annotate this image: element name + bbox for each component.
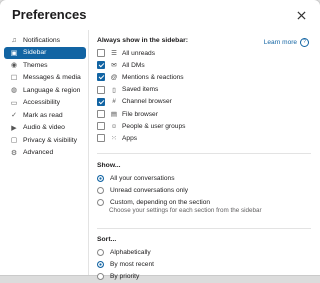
at-icon: @	[110, 73, 118, 81]
radio-button[interactable]	[97, 174, 104, 182]
unreads-icon: ☰	[111, 50, 117, 58]
checkbox[interactable]	[97, 110, 105, 119]
checkbox[interactable]	[97, 134, 105, 143]
nav-item-themes[interactable]: ◉ Themes	[4, 59, 86, 72]
option-label: Saved items	[122, 86, 159, 94]
learn-more-link[interactable]: Learn more ?	[264, 38, 309, 47]
help-icon: ?	[300, 38, 309, 47]
option-label: People & user groups	[122, 122, 186, 130]
sort-option-row: Alphabetically	[97, 246, 311, 258]
nav-item-messages-media[interactable]: ☐ Messages & media	[4, 72, 86, 85]
sidebar-option-row: ☺ People & user groups	[97, 120, 311, 132]
sidebar-option-row: ▯ Saved items	[97, 84, 311, 96]
nav-item-label: Themes	[23, 61, 48, 69]
radio-button[interactable]	[97, 260, 104, 268]
nav-item-label: Notifications	[23, 36, 61, 44]
custom-note: Choose your settings for each section fr…	[109, 206, 262, 214]
close-icon	[296, 10, 306, 20]
radio-button[interactable]	[97, 198, 104, 206]
show-title: Show...	[97, 162, 121, 169]
nav-item-sidebar[interactable]: ▣ Sidebar	[4, 46, 86, 59]
nav-item-privacy-visibility[interactable]: ▢ Privacy & visibility	[4, 134, 86, 147]
option-label: Custom, depending on the section	[110, 198, 211, 206]
checkbox[interactable]	[97, 85, 105, 94]
option-label: Mentions & reactions	[122, 73, 184, 81]
sidebar-icon: ▣	[10, 49, 18, 57]
nav-item-notifications[interactable]: ♫ Notifications	[4, 34, 86, 47]
divider	[97, 228, 311, 229]
sort-title: Sort...	[97, 236, 117, 243]
nav-item-label: Mark as read	[23, 111, 63, 119]
globe-icon: ◍	[10, 87, 18, 95]
sidebar-settings: Always show in the sidebar: Learn more ?…	[97, 37, 311, 145]
show-section: Show... All your conversations Unread con…	[97, 162, 311, 214]
option-label: Unread conversations only	[110, 186, 189, 194]
nav-item-advanced[interactable]: ⚙ Advanced	[4, 147, 86, 160]
message-icon: ☐	[10, 74, 18, 82]
nav-item-label: Language & region	[23, 86, 81, 94]
people-icon: ☺	[110, 122, 118, 130]
video-icon: ▶	[11, 124, 17, 132]
checkbox[interactable]	[97, 61, 105, 70]
option-label: File browser	[122, 110, 158, 118]
sort-option-row: By priority	[97, 270, 311, 282]
option-label: Alphabetically	[110, 248, 151, 256]
file-icon: ▤	[110, 111, 118, 119]
show-option-row: All your conversations	[97, 172, 311, 184]
eye-icon: ◉	[10, 62, 18, 70]
dm-icon: ✉	[111, 62, 117, 70]
nav-item-language-region[interactable]: ◍ Language & region	[4, 84, 86, 97]
nav-item-label: Accessibility	[23, 99, 61, 107]
option-label: All your conversations	[110, 174, 175, 182]
gear-icon: ⚙	[10, 149, 18, 157]
option-label: By priority	[110, 272, 140, 280]
nav-item-label: Sidebar	[23, 49, 47, 57]
sidebar-option-row: # Channel browser	[97, 96, 311, 108]
apps-icon: ⁙	[111, 135, 117, 143]
divider	[97, 153, 311, 154]
bookmark-icon: ▯	[112, 86, 116, 94]
nav-item-label: Messages & media	[23, 74, 81, 82]
checkbox[interactable]	[97, 49, 105, 58]
option-label: All unreads	[122, 49, 155, 57]
check-circle-icon: ✓	[11, 112, 17, 120]
sort-option-row: By most recent	[97, 258, 311, 270]
option-label: All DMs	[122, 61, 145, 69]
radio-button[interactable]	[97, 248, 104, 256]
nav-item-label: Audio & video	[23, 124, 65, 132]
preferences-dialog: Preferences ♫ Notifications ▣ Sidebar ◉ Theme…	[0, 0, 320, 280]
checkbox[interactable]	[97, 73, 105, 82]
show-option-row: Unread conversations only	[97, 184, 311, 196]
sidebar-option-row: ☰ All unreads	[97, 47, 311, 59]
lock-icon: ▢	[10, 137, 18, 145]
close-button[interactable]	[292, 6, 310, 24]
checkbox[interactable]	[97, 122, 105, 131]
nav-item-audio-video[interactable]: ▶ Audio & video	[4, 122, 86, 135]
sidebar-option-row: @ Mentions & reactions	[97, 71, 311, 83]
nav-item-label: Advanced	[23, 149, 54, 157]
channel-browser-icon: #	[112, 98, 116, 106]
sidebar-option-row: ⁙ Apps	[97, 132, 311, 144]
checkbox[interactable]	[97, 97, 105, 106]
nav-item-accessibility[interactable]: ▭ Accessibility	[4, 97, 86, 110]
bell-icon: ♫	[11, 36, 17, 44]
divider	[88, 30, 89, 275]
preferences-nav: ♫ Notifications ▣ Sidebar ◉ Themes ☐ Messages &…	[4, 34, 86, 159]
nav-item-mark-as-read[interactable]: ✓ Mark as read	[4, 109, 86, 122]
radio-button[interactable]	[97, 186, 104, 194]
sort-section: Sort... Alphabetically By most recent By p…	[97, 236, 311, 283]
option-label: Channel browser	[122, 98, 172, 106]
option-label: By most recent	[110, 260, 154, 268]
accessibility-icon: ▭	[10, 99, 18, 107]
sidebar-option-row: ✉ All DMs	[97, 59, 311, 71]
dialog-title: Preferences	[12, 7, 87, 22]
learn-more-label: Learn more	[263, 39, 297, 46]
sidebar-option-row: ▤ File browser	[97, 108, 311, 120]
option-label: Apps	[122, 134, 138, 142]
nav-item-label: Privacy & visibility	[23, 136, 78, 144]
radio-button[interactable]	[97, 272, 104, 280]
